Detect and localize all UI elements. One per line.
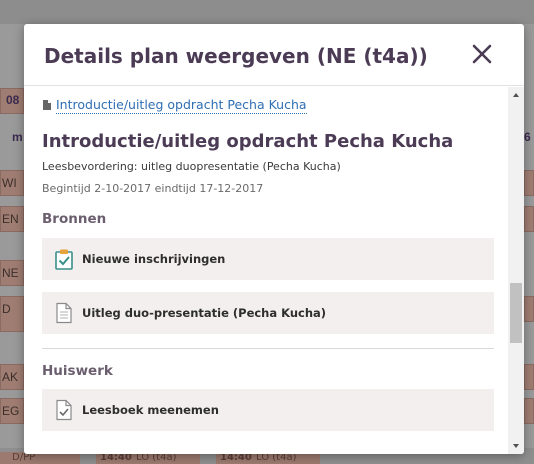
source-label: Nieuwe inschrijvingen xyxy=(82,252,226,266)
background-cell xyxy=(524,364,534,390)
source-item[interactable]: Nieuwe inschrijvingen xyxy=(42,238,494,280)
background-cell xyxy=(524,398,534,424)
plan-description: Leesbevordering: uitleg duopresentatie (… xyxy=(42,160,341,173)
document-link-icon xyxy=(43,100,51,110)
clipboard-check-icon xyxy=(55,249,73,270)
section-divider xyxy=(42,348,494,349)
plan-time: Begintijd 2-10-2017 eindtijd 17-12-2017 xyxy=(42,182,264,195)
background-top-bar xyxy=(0,0,534,24)
background-text: D xyxy=(2,302,11,316)
document-icon xyxy=(56,302,72,324)
background-cell xyxy=(524,296,534,322)
plan-details-dialog: Details plan weergeven (NE (t4a)) Introd… xyxy=(24,24,524,454)
homework-label: Leesboek meenemen xyxy=(82,403,219,417)
background-text: m xyxy=(12,130,23,144)
source-item[interactable]: Uitleg duo-presentatie (Pecha Kucha) xyxy=(42,292,494,334)
background-text: AK xyxy=(2,370,19,384)
close-button[interactable] xyxy=(468,40,496,68)
dialog-header: Details plan weergeven (NE (t4a)) xyxy=(24,24,524,86)
background-text: 6 xyxy=(524,130,531,144)
scroll-down-arrow[interactable] xyxy=(508,438,524,454)
source-label: Uitleg duo-presentatie (Pecha Kucha) xyxy=(82,306,327,320)
chevron-down-icon xyxy=(513,444,519,448)
background-text: WI xyxy=(2,176,17,190)
background-cell xyxy=(524,206,534,232)
background-cell xyxy=(524,170,534,196)
homework-item[interactable]: Leesboek meenemen xyxy=(42,389,494,431)
checklist-icon xyxy=(56,399,72,421)
scroll-up-arrow[interactable] xyxy=(508,87,524,103)
chevron-up-icon xyxy=(513,93,519,97)
plan-link[interactable]: Introductie/uitleg opdracht Pecha Kucha xyxy=(42,95,307,115)
close-icon xyxy=(472,44,492,64)
homework-heading: Huiswerk xyxy=(42,363,113,379)
scrollbar-thumb[interactable] xyxy=(510,283,522,343)
background-text: 08 xyxy=(6,93,20,107)
background-text: NE xyxy=(2,266,19,280)
scrollbar[interactable] xyxy=(508,87,524,454)
background-text: EG xyxy=(2,404,20,418)
sources-heading: Bronnen xyxy=(42,211,107,227)
plan-title: Introductie/uitleg opdracht Pecha Kucha xyxy=(42,131,454,152)
dialog-body[interactable]: Introductie/uitleg opdracht Pecha Kucha … xyxy=(24,87,524,454)
background-text: EN xyxy=(2,212,19,226)
dialog-title: Details plan weergeven (NE (t4a)) xyxy=(44,44,428,68)
plan-link-text[interactable]: Introductie/uitleg opdracht Pecha Kucha xyxy=(56,97,307,114)
